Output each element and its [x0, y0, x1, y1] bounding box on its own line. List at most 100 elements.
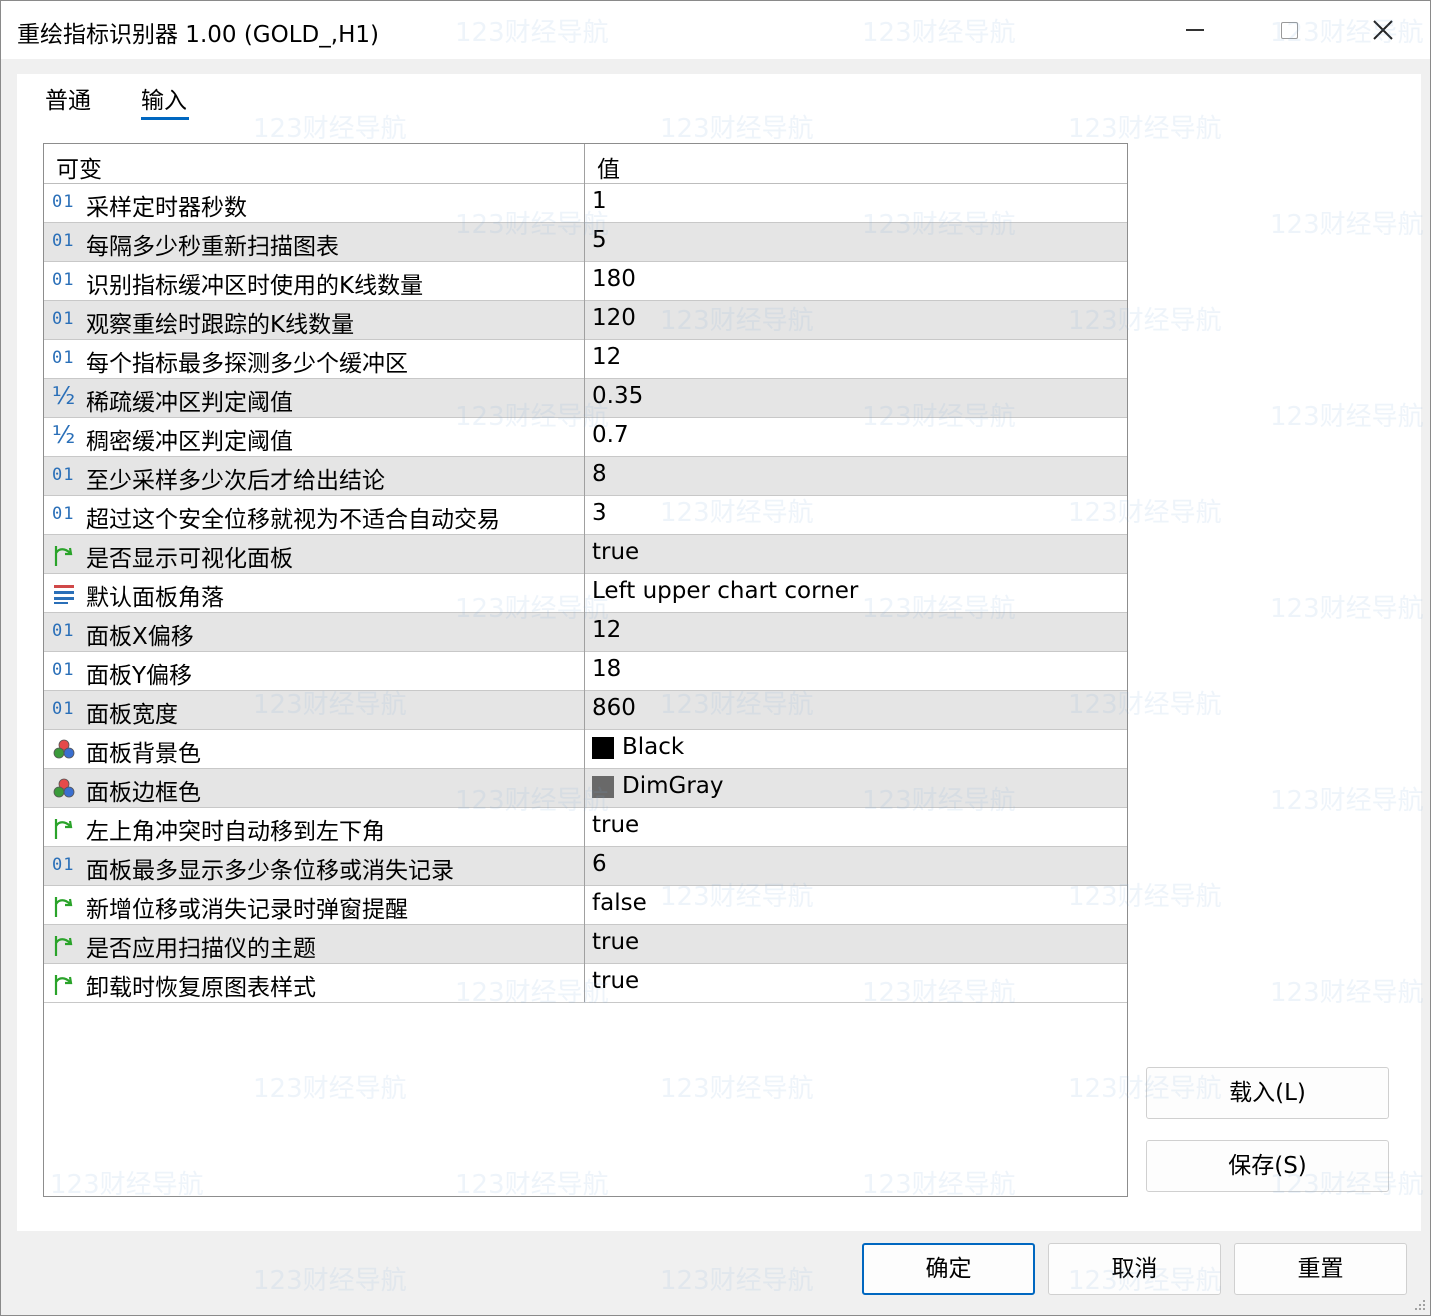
parameter-value[interactable]: 180: [592, 266, 636, 292]
column-divider[interactable]: [584, 144, 585, 1002]
table-row[interactable]: 01 采样定时器秒数 1: [44, 184, 1127, 223]
parameter-value[interactable]: 18: [592, 656, 621, 682]
load-button[interactable]: 载入(L): [1146, 1067, 1389, 1119]
bool-icon: [51, 542, 77, 566]
table-row[interactable]: 面板背景色 Black: [44, 730, 1127, 769]
parameter-value[interactable]: Black: [622, 734, 684, 760]
column-header-variable[interactable]: 可变: [56, 150, 102, 184]
tab-inputs[interactable]: 输入: [141, 81, 187, 115]
table-row[interactable]: 01 面板X偏移 12: [44, 613, 1127, 652]
table-row[interactable]: 01 超过这个安全位移就视为不适合自动交易 3: [44, 496, 1127, 535]
bool-icon: [51, 932, 77, 956]
table-row[interactable]: 01 每个指标最多探测多少个缓冲区 12: [44, 340, 1127, 379]
color-swatch: [592, 737, 614, 759]
parameter-name: 面板边框色: [86, 780, 201, 806]
parameter-name: 面板背景色: [86, 741, 201, 767]
parameter-value[interactable]: true: [592, 968, 639, 994]
color-icon: [51, 737, 77, 761]
minimize-icon: [1186, 29, 1204, 31]
parameter-name: 每个指标最多探测多少个缓冲区: [86, 351, 408, 377]
parameter-value[interactable]: 120: [592, 305, 636, 331]
table-row[interactable]: 01 面板宽度 860: [44, 691, 1127, 730]
table-row[interactable]: 01 面板最多显示多少条位移或消失记录 6: [44, 847, 1127, 886]
integer-icon: 01: [52, 660, 75, 680]
parameter-name: 是否应用扫描仪的主题: [86, 936, 316, 962]
parameter-value[interactable]: false: [592, 890, 647, 916]
tab-panel: 普通 输入 可变 值 01 采样定时器秒数 1 01 每隔多少秒重新扫描图表 5 01 识别指…: [17, 74, 1421, 1231]
parameter-name: 卸载时恢复原图表样式: [86, 975, 316, 1001]
parameter-value[interactable]: true: [592, 929, 639, 955]
parameter-value[interactable]: 12: [592, 617, 621, 643]
cancel-button[interactable]: 取消: [1048, 1243, 1221, 1295]
parameter-value[interactable]: 1: [592, 188, 607, 214]
integer-icon: 01: [52, 504, 75, 524]
parameter-name: 面板最多显示多少条位移或消失记录: [86, 858, 454, 884]
parameter-name: 观察重绘时跟踪的K线数量: [86, 312, 355, 338]
parameter-name: 稠密缓冲区判定阈值: [86, 429, 293, 455]
active-tab-indicator: [141, 117, 189, 120]
table-row[interactable]: 是否应用扫描仪的主题 true: [44, 925, 1127, 964]
color-swatch: [592, 776, 614, 798]
close-button[interactable]: [1337, 1, 1429, 59]
bool-icon: [51, 815, 77, 839]
integer-icon: 01: [52, 231, 75, 251]
color-icon: [51, 776, 77, 800]
integer-icon: 01: [52, 855, 75, 875]
fraction-icon: ½: [52, 421, 76, 449]
parameter-value[interactable]: 0.35: [592, 383, 643, 409]
integer-icon: 01: [52, 621, 75, 641]
table-row[interactable]: 01 观察重绘时跟踪的K线数量 120: [44, 301, 1127, 340]
maximize-button[interactable]: [1243, 1, 1335, 59]
parameter-value[interactable]: true: [592, 539, 639, 565]
table-row[interactable]: 卸载时恢复原图表样式 true: [44, 964, 1127, 1003]
table-row[interactable]: 新增位移或消失记录时弹窗提醒 false: [44, 886, 1127, 925]
table-row[interactable]: ½ 稀疏缓冲区判定阈值 0.35: [44, 379, 1127, 418]
enum-icon: [51, 581, 77, 605]
parameter-value[interactable]: 860: [592, 695, 636, 721]
parameter-value[interactable]: Left upper chart corner: [592, 578, 858, 604]
parameter-value[interactable]: 5: [592, 227, 607, 253]
parameter-name: 每隔多少秒重新扫描图表: [86, 234, 339, 260]
parameter-name: 默认面板角落: [86, 585, 224, 611]
table-row[interactable]: 左上角冲突时自动移到左下角 true: [44, 808, 1127, 847]
inputs-grid: 可变 值 01 采样定时器秒数 1 01 每隔多少秒重新扫描图表 5 01 识别指标缓冲区时使…: [43, 143, 1128, 1197]
integer-icon: 01: [52, 270, 75, 290]
parameter-value[interactable]: true: [592, 812, 639, 838]
parameter-value[interactable]: 3: [592, 500, 607, 526]
fraction-icon: ½: [52, 382, 76, 410]
parameter-value[interactable]: DimGray: [622, 773, 724, 799]
parameter-name: 面板Y偏移: [86, 663, 193, 689]
table-row[interactable]: ½ 稠密缓冲区判定阈值 0.7: [44, 418, 1127, 457]
table-row[interactable]: 01 识别指标缓冲区时使用的K线数量 180: [44, 262, 1127, 301]
parameter-value[interactable]: 0.7: [592, 422, 629, 448]
parameter-name: 至少采样多少次后才给出结论: [86, 468, 385, 494]
parameter-name: 稀疏缓冲区判定阈值: [86, 390, 293, 416]
save-button[interactable]: 保存(S): [1146, 1140, 1389, 1192]
integer-icon: 01: [52, 465, 75, 485]
table-row[interactable]: 01 面板Y偏移 18: [44, 652, 1127, 691]
parameter-value[interactable]: 12: [592, 344, 621, 370]
table-row[interactable]: 默认面板角落 Left upper chart corner: [44, 574, 1127, 613]
integer-icon: 01: [52, 309, 75, 329]
table-row[interactable]: 面板边框色 DimGray: [44, 769, 1127, 808]
window-title: 重绘指标识别器 1.00 (GOLD_,H1): [17, 22, 379, 48]
ok-button[interactable]: 确定: [862, 1243, 1035, 1295]
table-row[interactable]: 是否显示可视化面板 true: [44, 535, 1127, 574]
table-row[interactable]: 01 至少采样多少次后才给出结论 8: [44, 457, 1127, 496]
reset-button[interactable]: 重置: [1234, 1243, 1407, 1295]
parameter-value[interactable]: 8: [592, 461, 607, 487]
integer-icon: 01: [52, 348, 75, 368]
column-header-value[interactable]: 值: [597, 150, 620, 184]
parameter-name: 是否显示可视化面板: [86, 546, 293, 572]
minimize-button[interactable]: [1149, 1, 1241, 59]
parameter-value[interactable]: 6: [592, 851, 607, 877]
integer-icon: 01: [52, 192, 75, 212]
grid-header: 可变 值: [44, 144, 1127, 184]
title-bar[interactable]: 重绘指标识别器 1.00 (GOLD_,H1): [1, 1, 1430, 59]
bool-icon: [51, 893, 77, 917]
table-row[interactable]: 01 每隔多少秒重新扫描图表 5: [44, 223, 1127, 262]
parameter-name: 面板X偏移: [86, 624, 194, 650]
resize-grip-icon[interactable]: [1412, 1297, 1426, 1311]
parameter-name: 超过这个安全位移就视为不适合自动交易: [86, 507, 500, 533]
tab-common[interactable]: 普通: [45, 81, 91, 115]
